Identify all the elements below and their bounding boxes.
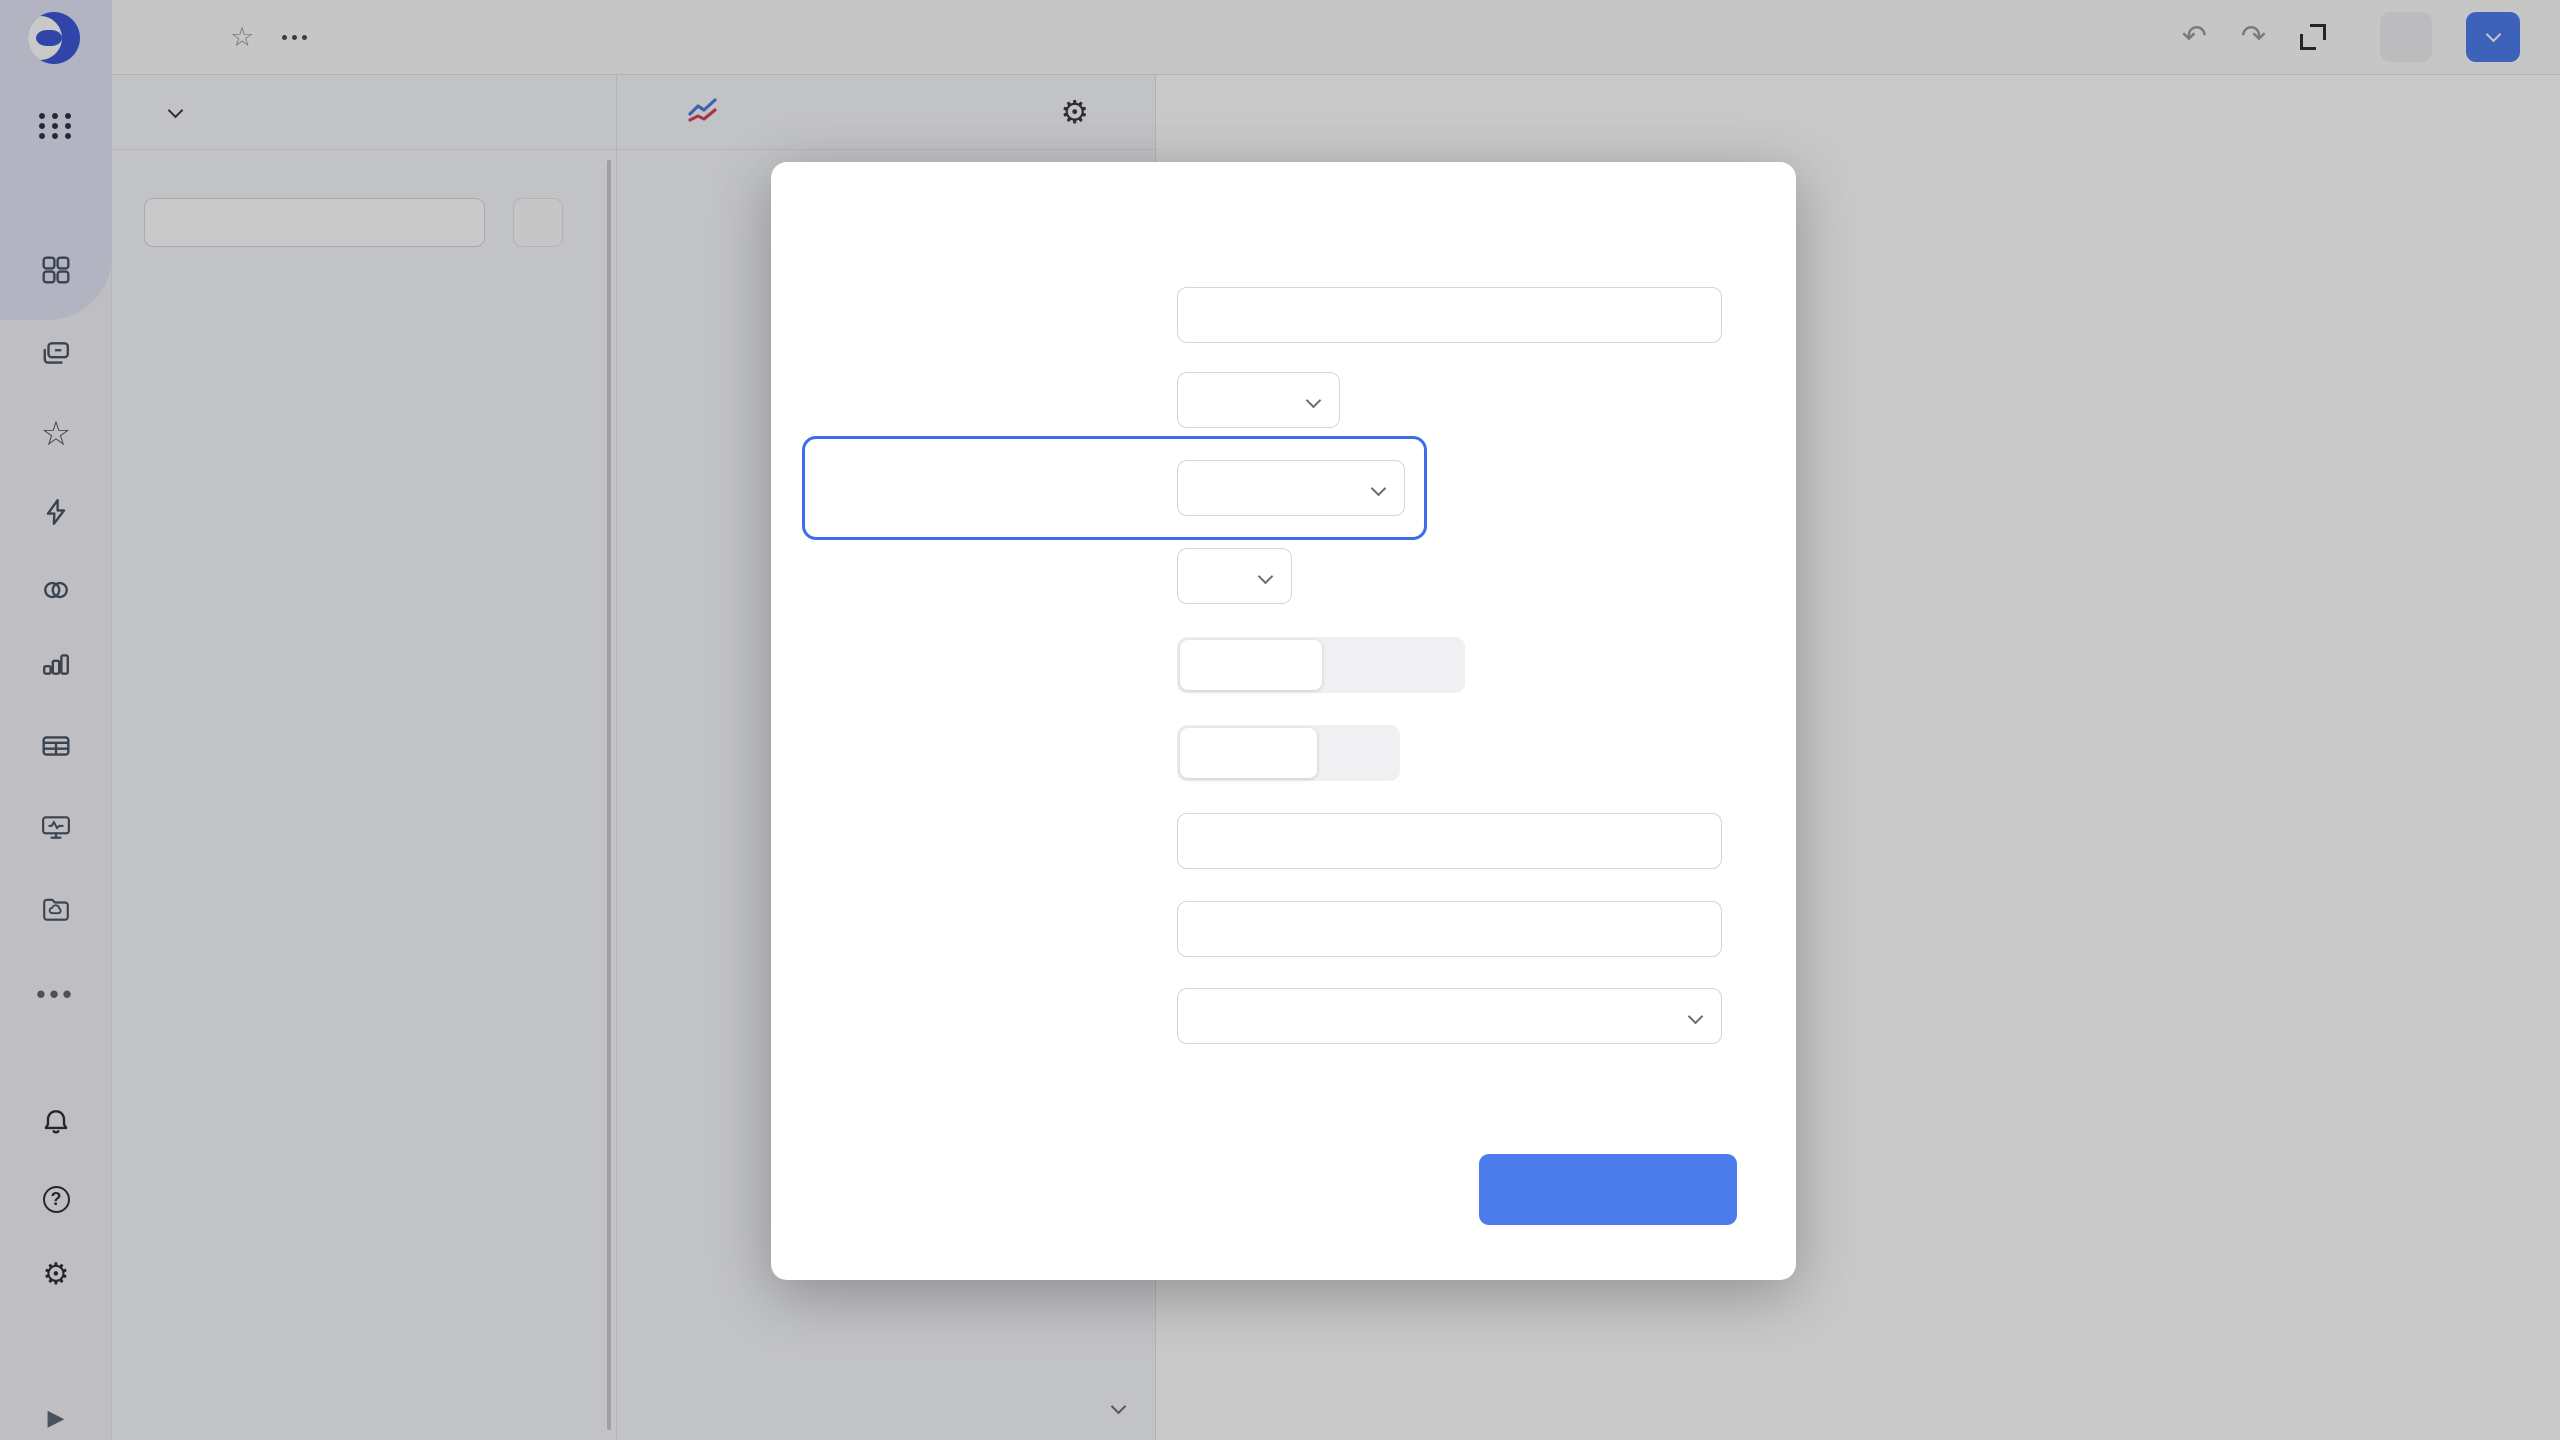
prefix-field[interactable]	[1177, 813, 1722, 869]
apply-button[interactable]	[1479, 1154, 1737, 1225]
format-number-option[interactable]	[1180, 640, 1322, 690]
name-field[interactable]	[1177, 287, 1722, 343]
format-percent-option[interactable]	[1322, 640, 1462, 690]
thousands-segmented-control	[1177, 725, 1400, 781]
postfix-field[interactable]	[1177, 901, 1722, 957]
thousands-hide-option[interactable]	[1317, 728, 1397, 778]
chevron-down-icon	[1305, 392, 1322, 408]
field-settings-dialog	[771, 162, 1796, 1280]
chevron-down-icon	[1687, 1008, 1704, 1024]
thousands-show-option[interactable]	[1180, 728, 1317, 778]
aggregation-select[interactable]	[1177, 548, 1292, 604]
units-select[interactable]	[1177, 988, 1722, 1044]
datalens-wizard-window: ☆ ••• ? ⚙ ▶ ☆ ↶ ↷ ⚙	[0, 0, 2560, 1440]
grouping-select[interactable]	[1177, 460, 1405, 516]
chevron-down-icon	[1370, 480, 1387, 496]
type-select[interactable]	[1177, 372, 1340, 428]
cancel-button[interactable]	[1268, 1162, 1328, 1218]
close-icon[interactable]	[1700, 192, 1756, 248]
chevron-down-icon	[1257, 568, 1274, 584]
format-segmented-control	[1177, 637, 1465, 693]
